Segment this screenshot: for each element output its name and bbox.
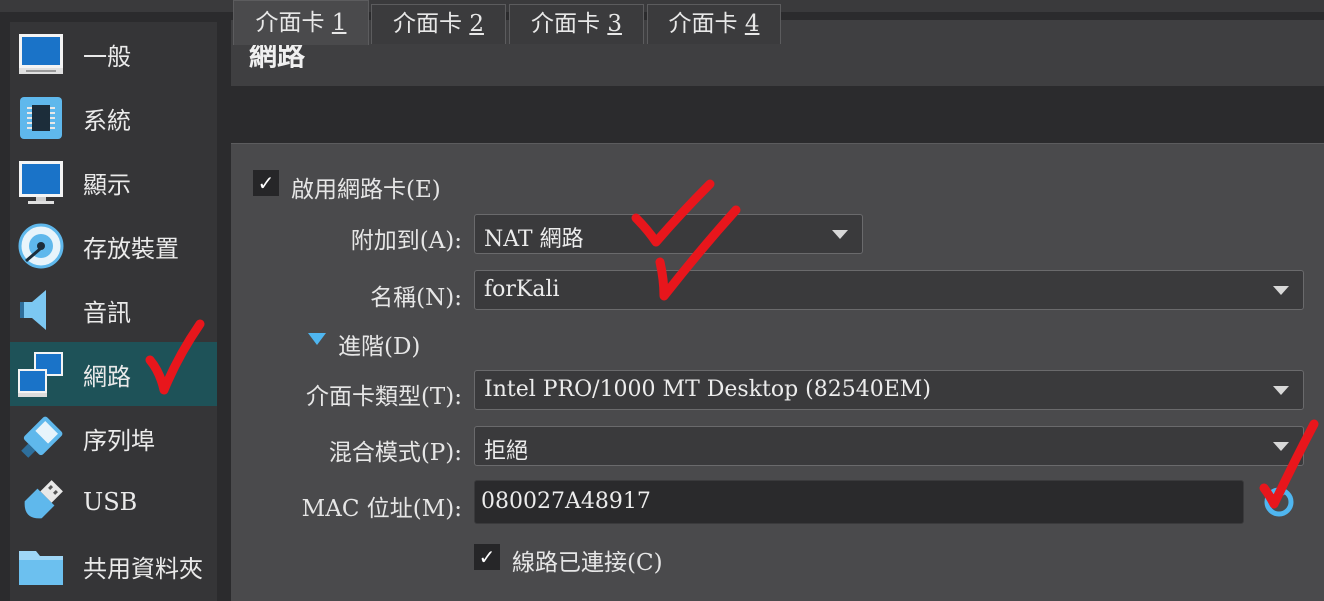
promiscuous-mode-label: 混合模式(P): — [328, 440, 462, 466]
attached-to-select[interactable]: NAT 網路 — [474, 214, 863, 254]
advanced-toggle[interactable]: 進階(D) — [338, 327, 420, 361]
tab-number: 2 — [469, 11, 484, 37]
sidebar-item-display[interactable]: 顯示 — [10, 150, 217, 214]
cable-connected-checkbox[interactable]: ✓ — [474, 544, 500, 570]
sidebar-item-storage[interactable]: 存放裝置 — [10, 214, 217, 278]
enable-adapter-label: 啟用網路卡(E) — [291, 177, 441, 203]
monitor-icon — [19, 34, 63, 74]
name-label: 名稱(N): — [370, 285, 462, 311]
sidebar-item-label: 系統 — [83, 106, 131, 135]
chevron-down-icon — [1273, 442, 1289, 451]
tab-adapter-3[interactable]: 介面卡 3 — [509, 4, 644, 44]
enable-adapter-checkbox[interactable]: ✓ — [253, 170, 279, 196]
mac-address-input[interactable]: 080027A48917 — [474, 480, 1244, 524]
sidebar-item-shared-folders[interactable]: 共用資料夾 — [10, 534, 217, 598]
sidebar-item-label: 存放裝置 — [83, 234, 179, 263]
sidebar-item-label: 共用資料夾 — [83, 554, 203, 583]
adapter-type-select[interactable]: Intel PRO/1000 MT Desktop (82540EM) — [474, 370, 1304, 410]
tab-label: 介面卡 — [393, 11, 470, 37]
refresh-icon[interactable] — [1262, 485, 1296, 519]
adapter-type-value: Intel PRO/1000 MT Desktop (82540EM) — [484, 377, 931, 402]
sidebar-item-label: USB — [83, 488, 138, 516]
chip-icon — [20, 97, 62, 139]
tab-adapter-2[interactable]: 介面卡 2 — [371, 4, 506, 44]
speaker-icon — [20, 290, 46, 330]
network-icon — [18, 352, 63, 397]
expand-triangle-icon[interactable] — [308, 333, 326, 345]
folder-icon — [19, 551, 63, 585]
tab-label: 介面卡 — [255, 10, 332, 36]
promiscuous-mode-value: 拒絕 — [484, 439, 529, 464]
usb-icon — [24, 480, 63, 519]
sidebar-item-label: 音訊 — [83, 298, 131, 327]
chevron-down-icon — [1273, 386, 1289, 395]
display-icon — [19, 161, 63, 204]
serial-port-icon — [21, 416, 63, 458]
name-value: forKali — [484, 277, 560, 302]
tab-number: 3 — [607, 11, 622, 37]
adapter-type-label: 介面卡類型(T): — [305, 384, 462, 410]
attached-to-label: 附加到(A): — [350, 228, 462, 254]
sidebar-item-label: 一般 — [83, 42, 131, 71]
chevron-down-icon — [1273, 286, 1289, 295]
sidebar-item-label: 序列埠 — [83, 426, 155, 455]
sidebar-item-label: 網路 — [83, 362, 131, 391]
tab-label: 介面卡 — [668, 11, 745, 37]
cable-connected-label: 線路已連接(C) — [512, 550, 663, 576]
sidebar-item-audio[interactable]: 音訊 — [10, 278, 217, 342]
sidebar-item-system[interactable]: 系統 — [10, 86, 217, 150]
attached-to-value: NAT 網路 — [484, 227, 584, 252]
tab-label: 介面卡 — [531, 11, 608, 37]
settings-sidebar: 一般 系統 顯示 存放裝置 音訊 網路 序列埠 USB 共用資料夾 — [10, 22, 217, 601]
tab-adapter-4[interactable]: 介面卡 4 — [647, 4, 781, 44]
chevron-down-icon — [832, 230, 848, 239]
tab-number: 4 — [744, 11, 760, 37]
mac-address-value: 080027A48917 — [481, 489, 651, 514]
name-select[interactable]: forKali — [474, 270, 1304, 310]
promiscuous-mode-select[interactable]: 拒絕 — [474, 426, 1304, 466]
sidebar-item-serial-ports[interactable]: 序列埠 — [10, 406, 217, 470]
mac-address-label: MAC 位址(M): — [301, 496, 462, 522]
disk-icon — [18, 223, 64, 269]
tab-number: 1 — [331, 10, 347, 36]
sidebar-item-usb[interactable]: USB — [10, 470, 217, 534]
sidebar-item-label: 顯示 — [83, 170, 131, 199]
tab-adapter-1[interactable]: 介面卡 1 — [233, 0, 369, 45]
sidebar-item-general[interactable]: 一般 — [10, 22, 217, 86]
sidebar-item-network[interactable]: 網路 — [10, 342, 217, 406]
